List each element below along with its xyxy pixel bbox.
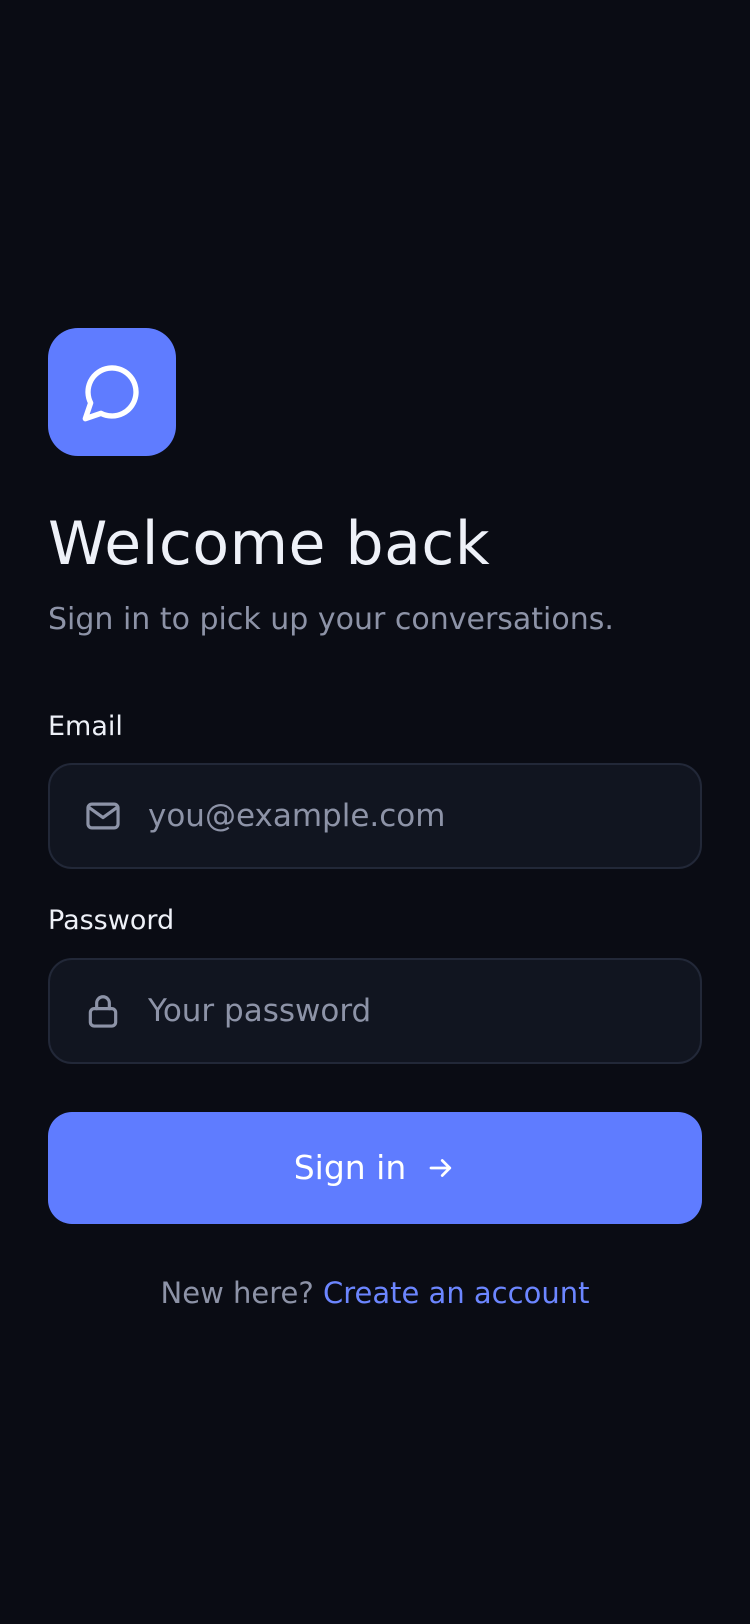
sign-in-button-label: Sign in — [293, 1148, 407, 1188]
page-title: Welcome back — [48, 509, 491, 579]
password-field[interactable] — [48, 957, 702, 1064]
email-label: Email — [48, 711, 123, 742]
signup-prompt: New here? Create an account — [48, 1276, 702, 1310]
sign-in-screen: Welcome back Sign in to pick up your con… — [0, 0, 750, 1624]
password-label: Password — [48, 905, 175, 937]
email-input[interactable] — [148, 798, 666, 835]
arrow-right-icon — [429, 1158, 452, 1177]
signup-prompt-text: New here? — [160, 1275, 314, 1310]
page-subtitle: Sign in to pick up your conversations. — [48, 602, 614, 637]
mail-icon — [84, 797, 122, 835]
create-account-link[interactable]: Create an account — [323, 1276, 589, 1310]
app-logo — [48, 328, 176, 456]
lock-icon — [84, 992, 122, 1030]
sign-in-button[interactable]: Sign in — [48, 1111, 702, 1224]
chat-bubble-icon — [82, 365, 139, 422]
email-field[interactable] — [48, 763, 702, 870]
password-input[interactable] — [148, 992, 666, 1029]
